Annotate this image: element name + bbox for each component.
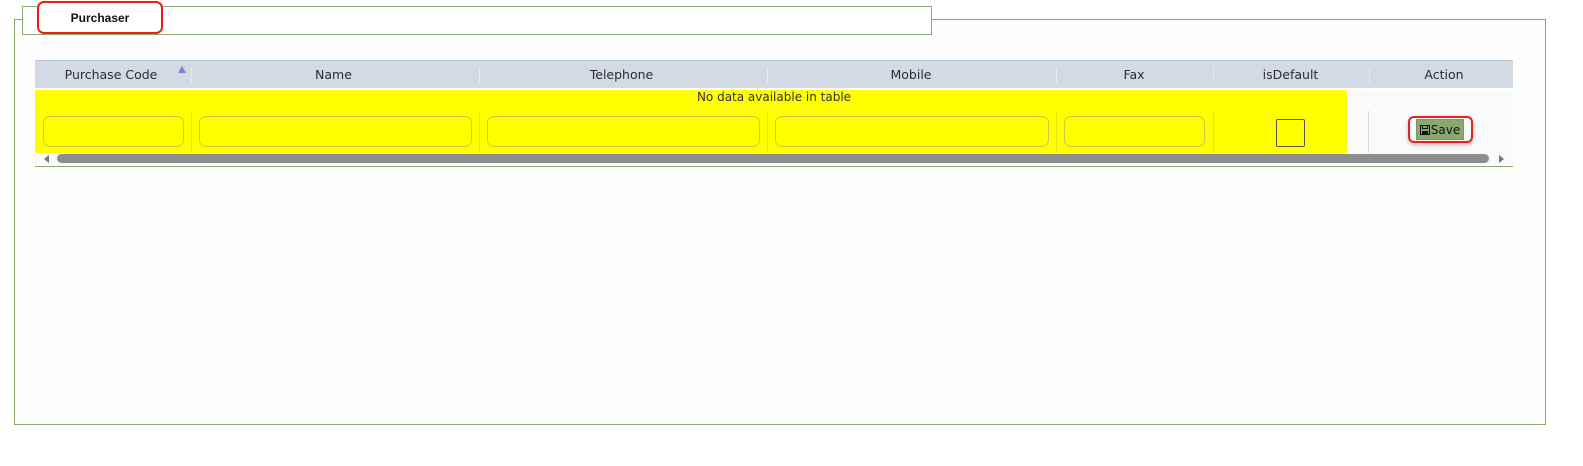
column-label: Mobile [890, 67, 932, 82]
column-label: Name [315, 67, 352, 82]
purchaser-table: Purchase Code Name Telephone Mobile Fax … [35, 60, 1513, 167]
horizontal-scrollbar[interactable] [35, 153, 1513, 165]
column-label: Telephone [589, 67, 654, 82]
column-header-fax[interactable]: Fax [1056, 61, 1212, 88]
column-label: Action [1424, 67, 1464, 82]
column-label: Purchase Code [64, 67, 158, 82]
column-label: Fax [1123, 67, 1145, 82]
empty-table-message: No data available in table [696, 90, 852, 104]
sort-ascending-icon [178, 66, 186, 73]
name-input[interactable] [199, 116, 472, 147]
table-header: Purchase Code Name Telephone Mobile Fax … [35, 60, 1513, 88]
column-header-name[interactable]: Name [191, 61, 476, 88]
floppy-disk-icon [1419, 124, 1430, 135]
column-header-mobile[interactable]: Mobile [767, 61, 1055, 88]
save-button[interactable]: Save [1416, 119, 1464, 140]
isdefault-checkbox[interactable] [1276, 119, 1305, 147]
column-header-action: Action [1369, 61, 1519, 88]
fax-input[interactable] [1064, 116, 1205, 147]
column-header-isdefault[interactable]: isDefault [1213, 61, 1368, 88]
column-header-telephone[interactable]: Telephone [479, 61, 764, 88]
scroll-right-arrow-icon[interactable] [1499, 155, 1504, 163]
telephone-input[interactable] [487, 116, 760, 147]
scrollbar-thumb[interactable] [57, 154, 1489, 163]
column-header-purchase-code[interactable]: Purchase Code [35, 61, 187, 88]
column-label: isDefault [1262, 67, 1319, 82]
purchase-code-input[interactable] [43, 116, 184, 147]
purchaser-tab[interactable]: Purchaser [37, 1, 163, 34]
save-button-label: Save [1430, 122, 1461, 137]
mobile-input[interactable] [775, 116, 1049, 147]
scroll-left-arrow-icon[interactable] [44, 155, 49, 163]
